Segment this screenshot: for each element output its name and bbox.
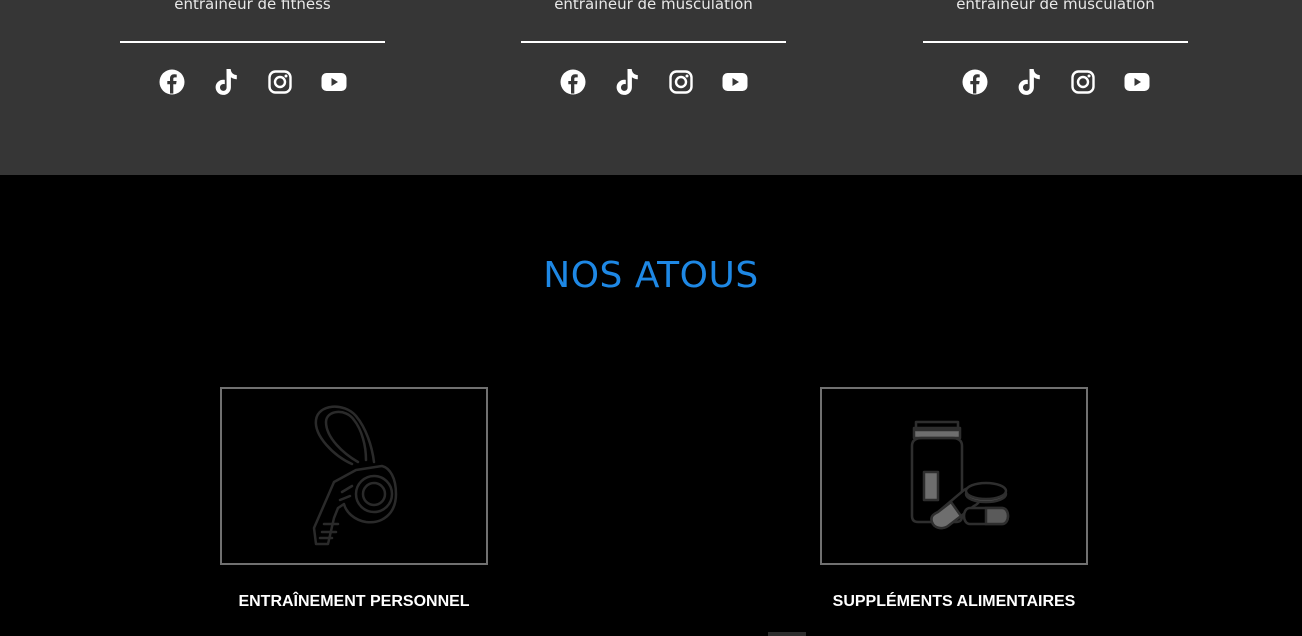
divider <box>923 41 1188 43</box>
supplements-icon <box>910 420 1010 530</box>
social-links <box>521 68 786 96</box>
tiktok-icon[interactable] <box>614 68 640 96</box>
instagram-icon[interactable] <box>1070 68 1096 96</box>
trainer-role: entraineur de fitness <box>174 0 331 13</box>
whistle-icon <box>312 405 398 546</box>
youtube-icon[interactable] <box>321 68 347 96</box>
atous-section: NOS ATOUS ENTRAÎNEMENT PERSONNEL SUPPLÉM… <box>0 175 1302 636</box>
youtube-icon[interactable] <box>1124 68 1150 96</box>
trainer-role: entraineur de musculation <box>956 0 1155 13</box>
tiktok-icon[interactable] <box>213 68 239 96</box>
divider <box>120 41 385 43</box>
instagram-icon[interactable] <box>267 68 293 96</box>
feature-card-training[interactable]: ENTRAÎNEMENT PERSONNEL <box>220 387 488 610</box>
scrollbar-thumb[interactable] <box>768 632 806 636</box>
social-links <box>120 68 385 96</box>
instagram-icon[interactable] <box>668 68 694 96</box>
feature-image-frame <box>220 387 488 565</box>
feature-image-frame <box>820 387 1088 565</box>
facebook-icon[interactable] <box>560 68 586 96</box>
team-section: entraineur de fitness entraineur de musc… <box>0 0 1302 175</box>
section-title: NOS ATOUS <box>543 255 759 296</box>
divider <box>521 41 786 43</box>
facebook-icon[interactable] <box>159 68 185 96</box>
facebook-icon[interactable] <box>962 68 988 96</box>
feature-card-supplements[interactable]: SUPPLÉMENTS ALIMENTAIRES <box>820 387 1088 610</box>
feature-label: SUPPLÉMENTS ALIMENTAIRES <box>832 593 1076 610</box>
youtube-icon[interactable] <box>722 68 748 96</box>
feature-label: ENTRAÎNEMENT PERSONNEL <box>238 593 470 610</box>
tiktok-icon[interactable] <box>1016 68 1042 96</box>
trainer-role: entraineur de musculation <box>554 0 753 13</box>
social-links <box>923 68 1188 96</box>
